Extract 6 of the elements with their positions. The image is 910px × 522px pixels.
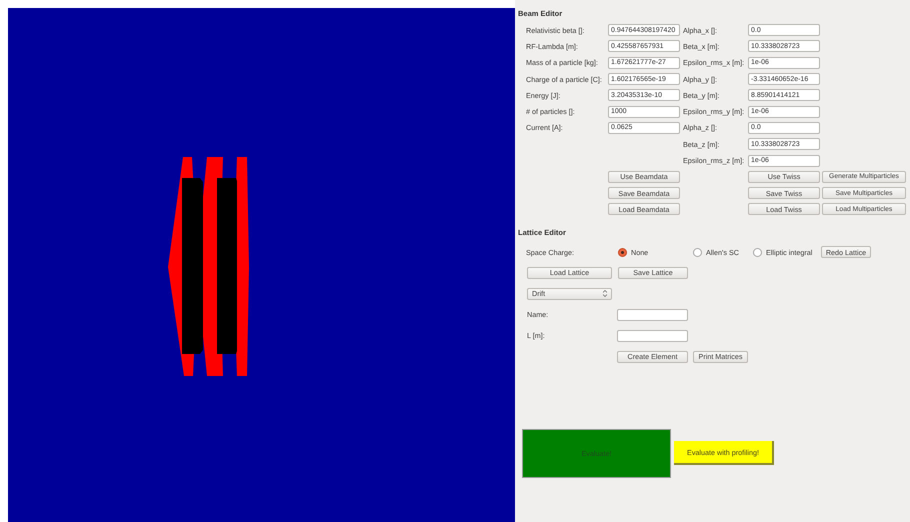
input-field[interactable]: [617, 308, 688, 321]
radio-button[interactable]: [753, 248, 762, 257]
input-field[interactable]: [617, 330, 688, 342]
radio-button[interactable]: [693, 248, 702, 257]
radio-button[interactable]: [618, 248, 627, 257]
spinner-arrows-icon: [603, 290, 607, 298]
